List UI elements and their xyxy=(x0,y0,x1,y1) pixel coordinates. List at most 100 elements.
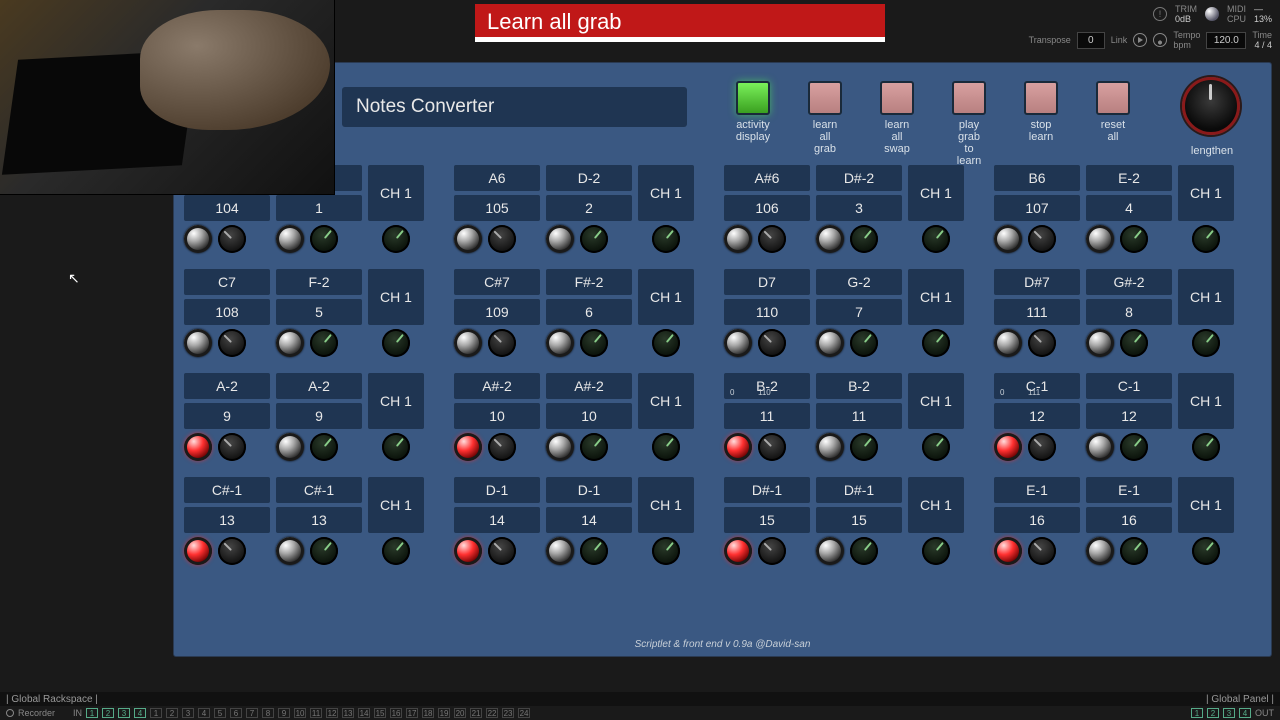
record-icon[interactable] xyxy=(6,709,14,717)
note-name[interactable]: D#-1 xyxy=(816,477,902,503)
note-value[interactable]: 109 xyxy=(454,299,540,325)
channel-cell[interactable]: CH 1 xyxy=(638,165,694,221)
dark-knob[interactable] xyxy=(758,537,786,565)
channel-marker[interactable]: 10 xyxy=(294,708,306,718)
led-knob[interactable] xyxy=(546,537,574,565)
green-knob[interactable] xyxy=(382,329,410,357)
green-knob[interactable] xyxy=(652,537,680,565)
channel-marker[interactable]: 23 xyxy=(502,708,514,718)
note-value[interactable]: 11 xyxy=(724,403,810,429)
note-value[interactable]: 2 xyxy=(546,195,632,221)
channel-marker[interactable]: 9 xyxy=(278,708,290,718)
dark-knob[interactable] xyxy=(488,433,516,461)
channel-marker[interactable]: 5 xyxy=(214,708,226,718)
dark-knob[interactable] xyxy=(218,537,246,565)
channel-marker[interactable]: 19 xyxy=(438,708,450,718)
note-name[interactable]: D#-1 xyxy=(724,477,810,503)
note-name[interactable]: C#7 xyxy=(454,269,540,295)
green-knob[interactable] xyxy=(652,433,680,461)
led-knob[interactable] xyxy=(816,433,844,461)
dark-knob[interactable] xyxy=(1028,225,1056,253)
led-knob[interactable] xyxy=(724,433,752,461)
dark-knob[interactable] xyxy=(1028,433,1056,461)
note-value[interactable]: 15 xyxy=(816,507,902,533)
note-name[interactable]: G-2 xyxy=(816,269,902,295)
status-right[interactable]: | Global Panel | xyxy=(1206,694,1280,705)
green-knob[interactable] xyxy=(310,225,338,253)
channel-cell[interactable]: CH 1 xyxy=(368,477,424,533)
note-value[interactable]: 10 xyxy=(454,403,540,429)
channel-cell[interactable]: CH 1 xyxy=(908,477,964,533)
channel-marker[interactable]: 20 xyxy=(454,708,466,718)
note-name[interactable]: A-2 xyxy=(184,373,270,399)
note-name[interactable]: A#6 xyxy=(724,165,810,191)
note-name[interactable]: B-2 xyxy=(816,373,902,399)
link-button[interactable]: Link xyxy=(1111,35,1128,45)
note-value[interactable]: 12 xyxy=(994,403,1080,429)
recorder-label[interactable]: Recorder xyxy=(18,708,55,718)
green-knob[interactable] xyxy=(580,225,608,253)
note-name[interactable]: C#-1 xyxy=(184,477,270,503)
green-knob[interactable] xyxy=(382,433,410,461)
channel-marker[interactable]: 12 xyxy=(326,708,338,718)
led-knob[interactable] xyxy=(1086,225,1114,253)
channel-marker[interactable]: 16 xyxy=(390,708,402,718)
channel-marker[interactable]: 6 xyxy=(230,708,242,718)
channel-marker[interactable]: 3 xyxy=(1223,708,1235,718)
green-knob[interactable] xyxy=(580,433,608,461)
green-knob[interactable] xyxy=(1120,329,1148,357)
green-knob[interactable] xyxy=(1120,537,1148,565)
channel-marker[interactable]: 4 xyxy=(198,708,210,718)
green-knob[interactable] xyxy=(382,225,410,253)
led-knob[interactable] xyxy=(184,433,212,461)
channel-marker[interactable]: 2 xyxy=(102,708,114,718)
info-icon[interactable]: ! xyxy=(1153,7,1167,21)
led-knob[interactable] xyxy=(1086,433,1114,461)
green-knob[interactable] xyxy=(922,433,950,461)
channel-marker[interactable]: 21 xyxy=(470,708,482,718)
green-knob[interactable] xyxy=(850,225,878,253)
channel-marker[interactable]: 13 xyxy=(342,708,354,718)
note-value[interactable]: 6 xyxy=(546,299,632,325)
dark-knob[interactable] xyxy=(488,537,516,565)
note-name[interactable]: D-1 xyxy=(454,477,540,503)
note-name[interactable]: A#-2 xyxy=(454,373,540,399)
green-knob[interactable] xyxy=(922,329,950,357)
green-knob[interactable] xyxy=(310,537,338,565)
note-value[interactable]: 7 xyxy=(816,299,902,325)
channel-marker[interactable]: 1 xyxy=(86,708,98,718)
green-knob[interactable] xyxy=(1192,433,1220,461)
led-knob[interactable] xyxy=(454,433,482,461)
channel-marker[interactable]: 15 xyxy=(374,708,386,718)
channel-cell[interactable]: CH 1 xyxy=(1178,165,1234,221)
led-knob[interactable] xyxy=(276,537,304,565)
note-value[interactable]: 8 xyxy=(1086,299,1172,325)
green-knob[interactable] xyxy=(652,329,680,357)
channel-cell[interactable]: CH 1 xyxy=(368,165,424,221)
note-name[interactable]: F-2 xyxy=(276,269,362,295)
note-name[interactable]: A6 xyxy=(454,165,540,191)
channel-cell[interactable]: CH 1 xyxy=(638,269,694,325)
green-knob[interactable] xyxy=(382,537,410,565)
led-knob[interactable] xyxy=(994,537,1022,565)
green-knob[interactable] xyxy=(1192,225,1220,253)
dark-knob[interactable] xyxy=(218,433,246,461)
square-button[interactable] xyxy=(1096,81,1130,115)
led-knob[interactable] xyxy=(546,225,574,253)
green-knob[interactable] xyxy=(850,537,878,565)
led-knob[interactable] xyxy=(546,329,574,357)
dark-knob[interactable] xyxy=(758,225,786,253)
green-knob[interactable] xyxy=(652,225,680,253)
led-knob[interactable] xyxy=(454,225,482,253)
note-name[interactable]: A-2 xyxy=(276,373,362,399)
green-knob[interactable] xyxy=(1192,329,1220,357)
note-name[interactable]: E-1 xyxy=(994,477,1080,503)
led-knob[interactable] xyxy=(1086,329,1114,357)
channel-cell[interactable]: CH 1 xyxy=(1178,269,1234,325)
note-value[interactable]: 11 xyxy=(816,403,902,429)
led-knob[interactable] xyxy=(816,537,844,565)
note-value[interactable]: 16 xyxy=(1086,507,1172,533)
play-icon[interactable] xyxy=(1133,33,1147,47)
led-knob[interactable] xyxy=(994,225,1022,253)
dark-knob[interactable] xyxy=(218,225,246,253)
